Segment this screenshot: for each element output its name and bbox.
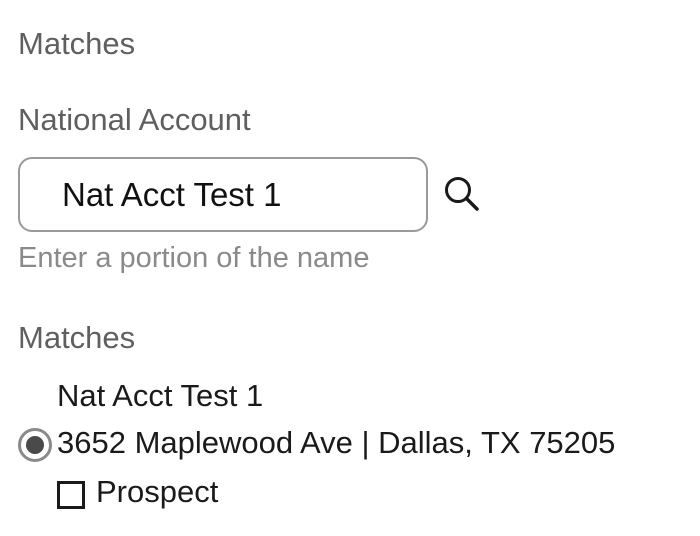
match-name: Nat Acct Test 1 [57, 378, 264, 413]
match-address: 3652 Maplewood Ave | Dallas, TX 75205 [57, 425, 616, 460]
search-hint: Enter a portion of the name [18, 242, 370, 274]
prospect-checkbox[interactable] [57, 481, 85, 509]
search-icon [445, 177, 479, 211]
matches-heading: Matches [18, 320, 136, 355]
page-title: Matches [18, 26, 136, 61]
prospect-label: Prospect [96, 474, 219, 509]
radio-selected-dot [26, 436, 44, 454]
search-button[interactable] [442, 174, 482, 214]
national-account-label: National Account [18, 102, 251, 137]
national-account-input[interactable] [62, 175, 402, 214]
national-account-field[interactable] [18, 157, 428, 232]
match-select-radio[interactable] [18, 428, 52, 462]
